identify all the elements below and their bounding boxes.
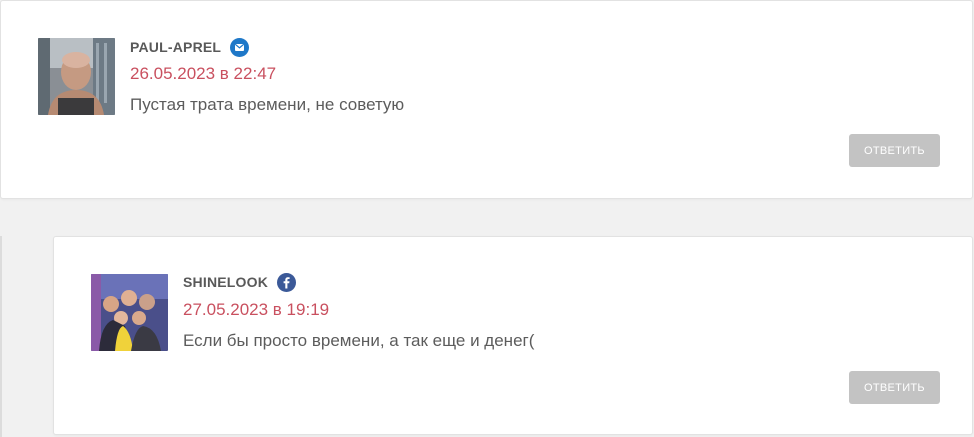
avatar[interactable] (91, 274, 168, 351)
comment-date[interactable]: 27.05.2023 в 19:19 (183, 300, 329, 320)
reply-button[interactable]: ОТВЕТИТЬ (849, 134, 940, 167)
comment-date[interactable]: 26.05.2023 в 22:47 (130, 64, 276, 84)
reply-thread-rule (0, 236, 2, 437)
comment-card-reply: SHINELOOK 27.05.2023 в 19:19 Если бы про… (53, 236, 973, 435)
author-name[interactable]: SHINELOOK (183, 274, 268, 290)
author-row: PAUL-APREL (130, 37, 250, 57)
comment-card: PAUL-APREL 26.05.2023 в 22:47 Пустая тра… (0, 0, 973, 199)
author-name[interactable]: PAUL-APREL (130, 39, 221, 55)
mail-icon (230, 37, 250, 57)
avatar[interactable] (38, 38, 115, 115)
reply-button[interactable]: ОТВЕТИТЬ (849, 371, 940, 404)
avatar-photo (38, 38, 115, 115)
comment-text: Если бы просто времени, а так еще и дене… (183, 331, 535, 350)
author-row: SHINELOOK (183, 272, 297, 292)
avatar-photo (91, 274, 168, 351)
comment-text: Пустая трата времени, не советую (130, 95, 405, 114)
facebook-icon (277, 272, 297, 292)
